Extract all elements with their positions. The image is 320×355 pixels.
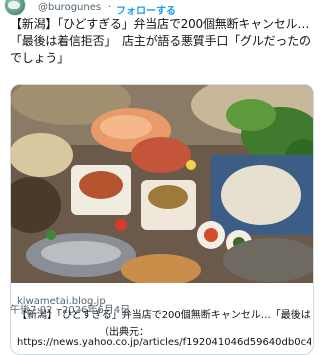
follow-button[interactable]: フォローする [116, 2, 176, 17]
avatar[interactable] [4, 0, 26, 16]
tweet-header: @burogunes · フォローする [0, 0, 320, 17]
separator-dot: · [108, 2, 112, 13]
user-handle[interactable]: @burogunes [38, 2, 101, 13]
card-image[interactable] [11, 85, 313, 283]
avatar-leaf-icon [8, 1, 20, 9]
bento-food-photo [11, 85, 313, 283]
card-url[interactable]: https://news.yahoo.co.jp/articles/f19204… [17, 337, 311, 348]
tweet-timestamp[interactable]: 午後7:02 · 2026年6月4日 [10, 301, 130, 316]
tweet-text: 【新潟】「ひどすぎる」弁当店で200個無断キャンセル…「最後は着信拒否」 店主が… [10, 17, 311, 65]
card-source-label: （出典元： [99, 327, 149, 338]
